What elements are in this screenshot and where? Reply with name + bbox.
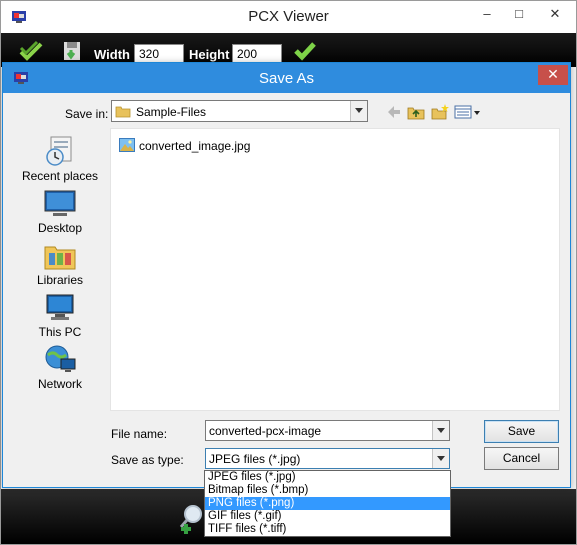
chevron-down-icon[interactable] — [350, 101, 367, 121]
dialog-titlebar: Save As ✕ — [3, 63, 570, 93]
dropdown-option-gif[interactable]: GIF files (*.gif) — [205, 510, 450, 523]
file-name-combo[interactable]: converted-pcx-image — [205, 420, 450, 441]
save-button[interactable]: Save — [484, 420, 559, 443]
view-menu-icon[interactable] — [454, 103, 482, 121]
file-name-input[interactable]: converted-pcx-image — [209, 424, 321, 438]
width-label: Width — [94, 47, 130, 62]
new-folder-icon[interactable] — [431, 103, 449, 121]
cancel-button[interactable]: Cancel — [484, 447, 559, 470]
place-label: Recent places — [21, 169, 99, 183]
up-folder-icon[interactable] — [407, 103, 425, 121]
zoom-in-icon[interactable] — [177, 503, 205, 535]
save-in-value: Sample-Files — [136, 105, 207, 119]
place-label: Desktop — [37, 221, 83, 235]
dropdown-option-tiff[interactable]: TIFF files (*.tiff) — [205, 523, 450, 536]
maximize-button[interactable]: □ — [503, 1, 535, 29]
width-input[interactable] — [134, 44, 184, 64]
dropdown-option-png[interactable]: PNG files (*.png) — [205, 497, 450, 510]
chevron-down-icon[interactable] — [432, 421, 449, 440]
dialog-close-button[interactable]: ✕ — [538, 65, 568, 85]
save-as-type-select[interactable]: JPEG files (*.jpg) — [205, 448, 450, 469]
file-name: converted_image.jpg — [139, 139, 251, 153]
save-as-dialog: Save As ✕ Save in: Sample-Files Recent p… — [2, 62, 571, 488]
libraries-icon — [44, 246, 76, 270]
image-file-icon — [119, 138, 135, 152]
apply-check-icon[interactable] — [293, 40, 317, 62]
dialog-title: Save As — [258, 70, 315, 87]
file-list[interactable]: converted_image.jpg — [110, 128, 560, 411]
main-titlebar: PCX Viewer – □ ✕ — [1, 1, 576, 33]
save-icon[interactable] — [61, 40, 85, 62]
height-input[interactable] — [232, 44, 282, 64]
place-label: This PC — [38, 325, 82, 339]
check-all-icon[interactable] — [19, 40, 43, 62]
place-label: Libraries — [36, 273, 84, 287]
save-as-type-label: Save as type: — [111, 453, 184, 467]
place-desktop[interactable]: Desktop — [17, 189, 103, 235]
folder-icon — [115, 106, 131, 118]
this-pc-icon — [46, 294, 74, 320]
chevron-down-icon[interactable] — [432, 449, 449, 468]
place-libraries[interactable]: Libraries — [17, 241, 103, 287]
place-this-pc[interactable]: This PC — [17, 293, 103, 339]
back-arrow-icon[interactable] — [386, 103, 402, 121]
dropdown-option-bmp[interactable]: Bitmap files (*.bmp) — [205, 484, 450, 497]
file-name-label: File name: — [111, 427, 168, 441]
dropdown-option-jpeg[interactable]: JPEG files (*.jpg) — [205, 471, 450, 484]
save-in-label: Save in: — [65, 107, 109, 121]
network-icon — [45, 345, 76, 372]
save-as-type-value: JPEG files (*.jpg) — [209, 452, 301, 466]
place-label: Network — [37, 377, 82, 391]
minimize-button[interactable]: – — [471, 1, 503, 29]
place-network[interactable]: Network — [17, 343, 103, 391]
desktop-icon — [44, 190, 76, 216]
close-window-button[interactable]: ✕ — [539, 1, 571, 29]
save-as-type-dropdown[interactable]: JPEG files (*.jpg) Bitmap files (*.bmp) … — [204, 470, 451, 537]
height-label: Height — [189, 47, 230, 62]
recent-places-icon — [46, 136, 72, 166]
save-in-combo[interactable]: Sample-Files — [111, 100, 368, 122]
place-recent-places[interactable]: Recent places — [17, 135, 103, 183]
